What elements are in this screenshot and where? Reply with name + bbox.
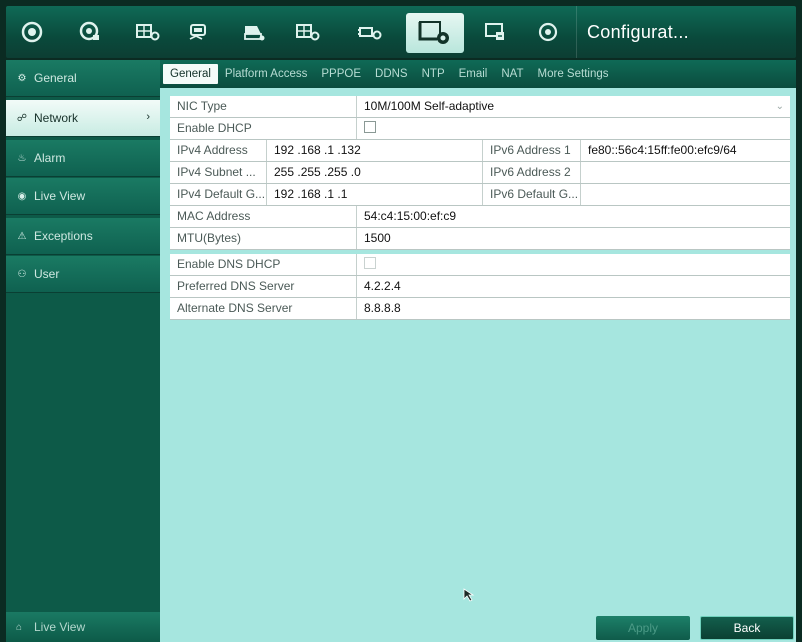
playback-icon[interactable]: [68, 6, 112, 58]
sidebar-item-user[interactable]: ⚇ User: [6, 256, 160, 293]
home-icon: ⌂: [16, 621, 23, 633]
sidebar-item-alarm[interactable]: ♨ Alarm: [6, 140, 160, 177]
ipv4-gateway-field[interactable]: 192 .168 .1 .1: [266, 184, 482, 205]
sidebar-item-exceptions[interactable]: ⚠ Exceptions: [6, 218, 160, 255]
enable-dhcp-cell: [356, 118, 790, 139]
tab-more-settings[interactable]: More Settings: [531, 64, 616, 84]
mtu-row: MTU(Bytes) 1500: [170, 228, 790, 250]
preferred-dns-row: Preferred DNS Server 4.2.2.4: [170, 276, 790, 298]
ipv6-address2-label: IPv6 Address 2: [482, 162, 580, 183]
network-settings-panel: General Platform Access PPPOE DDNS NTP E…: [160, 60, 796, 642]
enable-dns-dhcp-label: Enable DNS DHCP: [177, 257, 281, 271]
alarm-icon: ♨: [17, 152, 27, 164]
tab-bar: General Platform Access PPPOE DDNS NTP E…: [160, 60, 796, 88]
tab-ddns[interactable]: DDNS: [368, 64, 415, 84]
enable-dhcp-row: Enable DHCP: [170, 118, 790, 140]
sidebar-item-network[interactable]: ☍ Network ›: [6, 100, 160, 137]
play-circle-icon[interactable]: [10, 6, 54, 58]
ipv6-gateway-label: IPv6 Default G...: [482, 184, 580, 205]
enable-dhcp-checkbox[interactable]: [364, 121, 376, 134]
ipv4-gateway-row: IPv4 Default G... 192 .168 .1 .1 IPv6 De…: [170, 184, 790, 206]
chevron-down-icon: ⌄: [775, 101, 784, 112]
tab-general[interactable]: General: [163, 64, 218, 84]
enable-dns-dhcp-checkbox[interactable]: [364, 257, 376, 270]
ipv6-gateway-value: [580, 184, 790, 205]
sidebar-item-label: User: [34, 267, 60, 281]
mtu-field[interactable]: 1500: [356, 228, 790, 249]
top-toolbar: Configurat...: [6, 6, 796, 58]
camera-settings-icon[interactable]: [286, 6, 330, 58]
eye-icon: ◉: [17, 190, 27, 202]
nic-type-value: 10M/100M Self-adaptive: [364, 99, 495, 113]
shutdown-icon[interactable]: [526, 6, 570, 58]
enable-dns-dhcp-cell: [356, 254, 790, 275]
tab-pppoe[interactable]: PPPOE: [314, 64, 368, 84]
sidebar-item-general[interactable]: ⚙ General: [6, 60, 160, 97]
nvr-configuration-window: Configurat... ⚙ General ☍ Network › ♨ Al…: [0, 0, 802, 642]
enable-dhcp-label: Enable DHCP: [177, 121, 252, 135]
preferred-dns-field[interactable]: 4.2.2.4: [356, 276, 790, 297]
sidebar-item-live-view[interactable]: ◉ Live View: [6, 178, 160, 215]
sidebar-item-label: General: [34, 71, 77, 85]
hdd-icon[interactable]: [232, 6, 276, 58]
warning-icon: ⚠: [17, 230, 27, 242]
live-view-shortcut[interactable]: ⌂ Live View: [6, 612, 160, 642]
apply-button[interactable]: Apply: [596, 616, 690, 640]
network-icon: ☍: [16, 112, 28, 124]
back-button[interactable]: Back: [700, 616, 794, 640]
tab-email[interactable]: Email: [452, 64, 495, 84]
ipv4-address-label: IPv4 Address: [177, 143, 248, 157]
sidebar-item-label: Exceptions: [34, 229, 93, 243]
sidebar-item-label: Live View: [34, 189, 86, 203]
tab-nat[interactable]: NAT: [494, 64, 530, 84]
ipv6-address1-label: IPv6 Address 1: [482, 140, 580, 161]
network-form: NIC Type 10M/100M Self-adaptive ⌄ Enable…: [170, 96, 790, 320]
nic-type-row: NIC Type 10M/100M Self-adaptive ⌄: [170, 96, 790, 118]
ipv6-address1-value: fe80::56c4:15ff:fe00:efc9/64: [580, 140, 790, 161]
mac-address-row: MAC Address 54:c4:15:00:ef:c9: [170, 206, 790, 228]
tab-ntp[interactable]: NTP: [415, 64, 452, 84]
enable-dns-dhcp-row: Enable DNS DHCP: [170, 254, 790, 276]
live-view-shortcut-label: Live View: [34, 620, 86, 634]
maintenance-icon[interactable]: [474, 6, 518, 58]
nic-type-select[interactable]: 10M/100M Self-adaptive ⌄: [356, 96, 790, 117]
ipv4-gateway-label: IPv4 Default G...: [177, 187, 266, 201]
sidebar-item-label: Alarm: [34, 151, 66, 165]
ipv4-subnet-field[interactable]: 255 .255 .255 .0: [266, 162, 482, 183]
camera-settings-icon[interactable]: [126, 6, 170, 58]
ipv4-address-row: IPv4 Address 192 .168 .1 .132 IPv6 Addre…: [170, 140, 790, 162]
mac-address-value: 54:c4:15:00:ef:c9: [356, 206, 790, 227]
gear-icon: ⚙: [17, 72, 27, 84]
configuration-icon[interactable]: [406, 13, 464, 53]
alternate-dns-row: Alternate DNS Server 8.8.8.8: [170, 298, 790, 320]
alternate-dns-field[interactable]: 8.8.8.8: [356, 298, 790, 319]
ipv4-subnet-label: IPv4 Subnet ...: [177, 165, 256, 179]
network-icon[interactable]: [348, 6, 392, 58]
mouse-cursor-icon: [463, 588, 475, 607]
tab-platform-access[interactable]: Platform Access: [218, 64, 314, 84]
sidebar-item-label: Network: [34, 111, 79, 125]
ipv6-address2-value: [580, 162, 790, 183]
chevron-right-icon: ›: [146, 111, 150, 123]
record-icon[interactable]: [178, 6, 222, 58]
sidebar: ⚙ General ☍ Network › ♨ Alarm ◉ Live Vie…: [6, 60, 160, 642]
user-icon: ⚇: [17, 268, 27, 280]
ipv4-subnet-row: IPv4 Subnet ... 255 .255 .255 .0 IPv6 Ad…: [170, 162, 790, 184]
preferred-dns-label: Preferred DNS Server: [177, 279, 295, 293]
alternate-dns-label: Alternate DNS Server: [177, 301, 293, 315]
nic-type-label: NIC Type: [177, 99, 227, 113]
mtu-label: MTU(Bytes): [177, 231, 241, 245]
mac-address-label: MAC Address: [177, 209, 251, 223]
ipv4-address-field[interactable]: 192 .168 .1 .132: [266, 140, 482, 161]
window-title: Configurat...: [576, 6, 792, 58]
